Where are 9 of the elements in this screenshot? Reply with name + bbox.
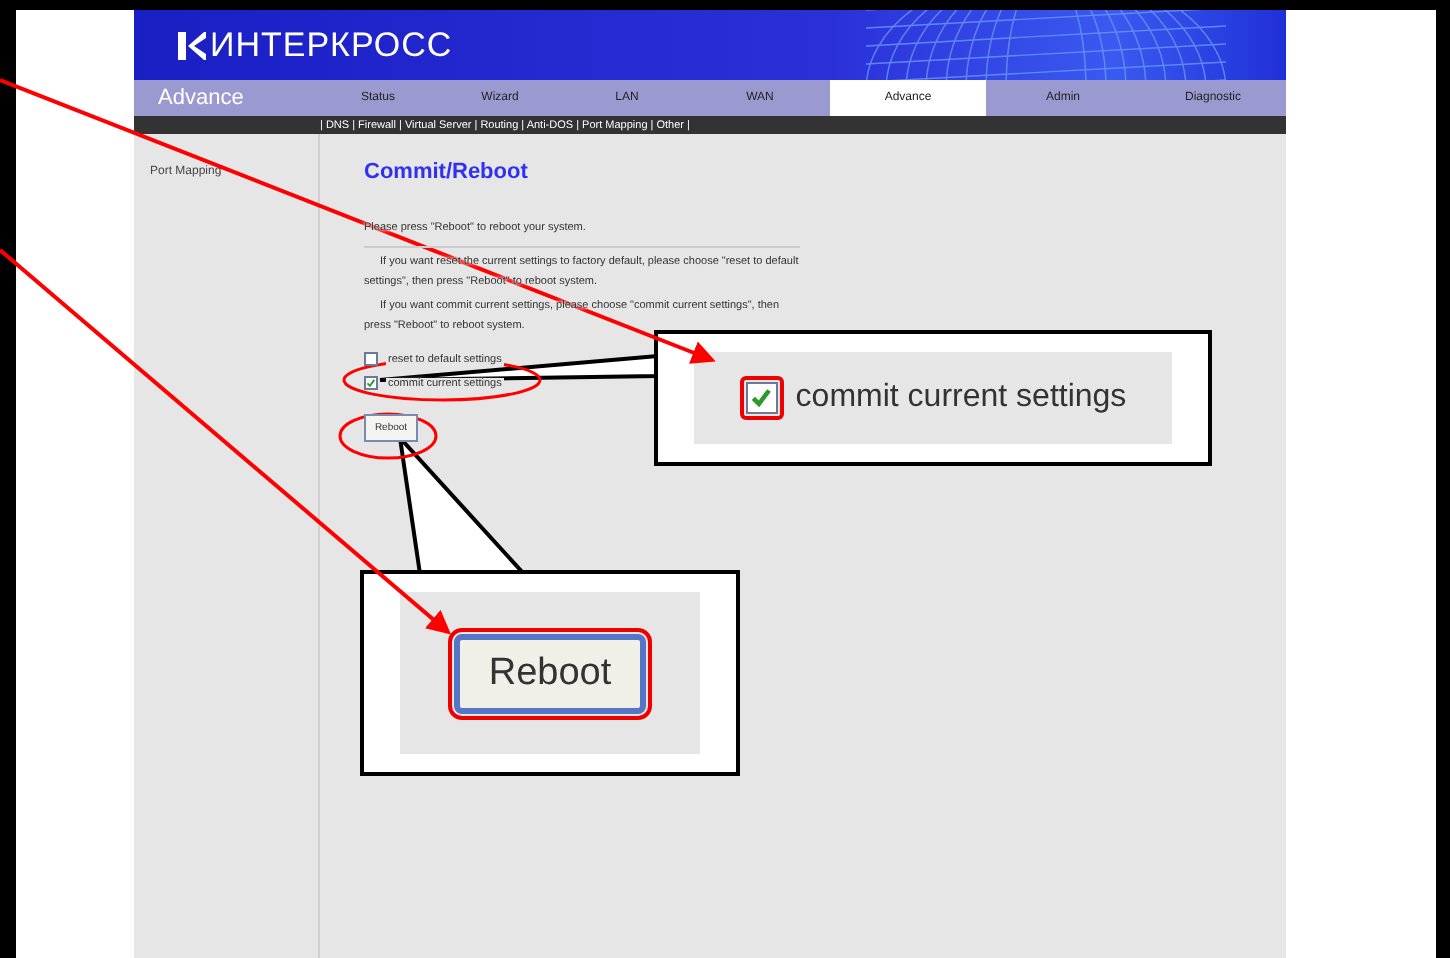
checkbox[interactable] — [364, 352, 378, 366]
checkbox[interactable] — [745, 382, 778, 414]
highlight-ring — [338, 412, 438, 460]
checkbox[interactable] — [364, 376, 378, 390]
section-title: Advance — [156, 84, 246, 114]
option-label: commit current settings — [795, 380, 1127, 416]
logo: ИНТЕРКРОСС — [210, 25, 453, 65]
page-title: Commit/Reboot — [364, 160, 530, 184]
logo-icon — [178, 31, 206, 59]
